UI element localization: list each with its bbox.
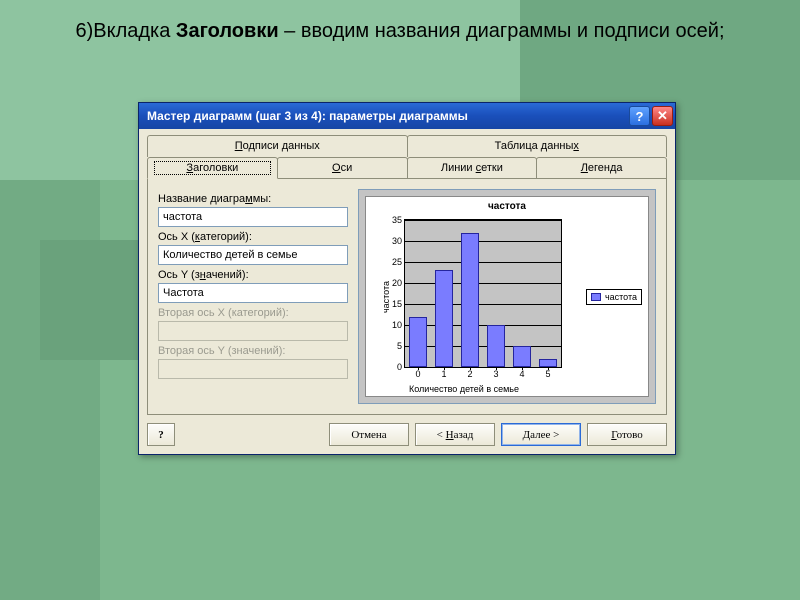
x-tick-label: 1 [441,369,446,379]
chart-preview-xlabel: Количество детей в семье [366,384,562,394]
bar [435,270,453,367]
y-tick-label: 20 [392,278,402,288]
tab-axes[interactable]: Оси [277,157,408,179]
bar [461,233,479,367]
x-tick-label: 0 [415,369,420,379]
y-tick-label: 15 [392,299,402,309]
question-icon: ? [158,429,164,441]
input-chart-title[interactable] [158,207,348,227]
tab-focus-indicator [154,161,271,175]
tab-titles[interactable]: Заголовки [147,157,278,179]
input-x-axis[interactable] [158,245,348,265]
finish-button[interactable]: Готово [587,423,667,446]
close-button[interactable]: ✕ [652,106,673,126]
chart-plot-area: 05101520253035012345 [404,219,562,368]
label-y-axis: Ось Y (значений): [158,269,348,281]
tab-data-table[interactable]: Таблица данных [407,135,668,157]
gridline [405,283,561,284]
label-chart-title: Название диаграммы: [158,193,348,205]
x-tick-label: 3 [493,369,498,379]
gridline [405,241,561,242]
legend-label: частота [605,292,637,302]
chart-preview-title: частота [366,197,648,212]
slide-text-suffix: – вводим названия диаграммы и подписи ос… [279,20,725,42]
window-title: Мастер диаграмм (шаг 3 из 4): параметры … [147,109,627,123]
question-icon: ? [636,109,644,124]
x-tick-label: 2 [467,369,472,379]
y-tick-label: 10 [392,320,402,330]
gridline [405,367,561,368]
y-tick-label: 25 [392,257,402,267]
bar [409,317,427,367]
chart-preview: частота частота 05101520253035012345 Кол… [358,189,656,404]
tab-legend[interactable]: Легенда [536,157,667,179]
gridline [405,304,561,305]
slide-instruction: 6)Вкладка Заголовки – вводим названия ди… [60,15,740,47]
input-y2-axis [158,359,348,379]
next-button[interactable]: Далее > [501,423,581,446]
gridline [405,346,561,347]
label-y2-axis: Вторая ось Y (значений): [158,345,348,357]
button-row: ? Отмена < Назад Далее > Готово [147,423,667,446]
legend-swatch-icon [591,293,601,301]
x-tick-label: 4 [519,369,524,379]
slide-text-prefix: 6)Вкладка [75,20,175,42]
bar [487,325,505,367]
y-tick-label: 35 [392,215,402,225]
bar [513,346,531,367]
fields-column: Название диаграммы: Ось X (категорий): О… [158,189,348,404]
input-x2-axis [158,321,348,341]
chart-card: частота частота 05101520253035012345 Кол… [365,196,649,397]
x-tick-label: 5 [545,369,550,379]
gridline [405,325,561,326]
help-button[interactable]: ? [629,106,650,126]
dialog-help-button[interactable]: ? [147,423,175,446]
chart-preview-ylabel: частота [381,280,391,312]
y-tick-label: 30 [392,236,402,246]
back-button[interactable]: < Назад [415,423,495,446]
label-x-axis: Ось X (категорий): [158,231,348,243]
tab-data-labels[interactable]: Подписи данных [147,135,408,157]
titlebar[interactable]: Мастер диаграмм (шаг 3 из 4): параметры … [139,103,675,129]
tab-gridlines[interactable]: Линии сетки [407,157,538,179]
gridline [405,220,561,221]
y-tick-label: 5 [397,341,402,351]
gridline [405,262,561,263]
y-tick-label: 0 [397,362,402,372]
client-area: Подписи данных Таблица данных Заголовки … [139,129,675,454]
tabs-row-top: Подписи данных Таблица данных [147,135,667,157]
bar [539,359,557,367]
input-y-axis[interactable] [158,283,348,303]
titles-panel: Название диаграммы: Ось X (категорий): О… [147,179,667,415]
label-x2-axis: Вторая ось X (категорий): [158,307,348,319]
chart-legend: частота [586,289,642,305]
close-icon: ✕ [657,108,668,124]
cancel-button[interactable]: Отмена [329,423,409,446]
tabs-row-bottom: Заголовки Оси Линии сетки Легенда [147,157,667,179]
chart-wizard-window: Мастер диаграмм (шаг 3 из 4): параметры … [138,102,676,455]
slide-text-bold: Заголовки [176,20,279,42]
